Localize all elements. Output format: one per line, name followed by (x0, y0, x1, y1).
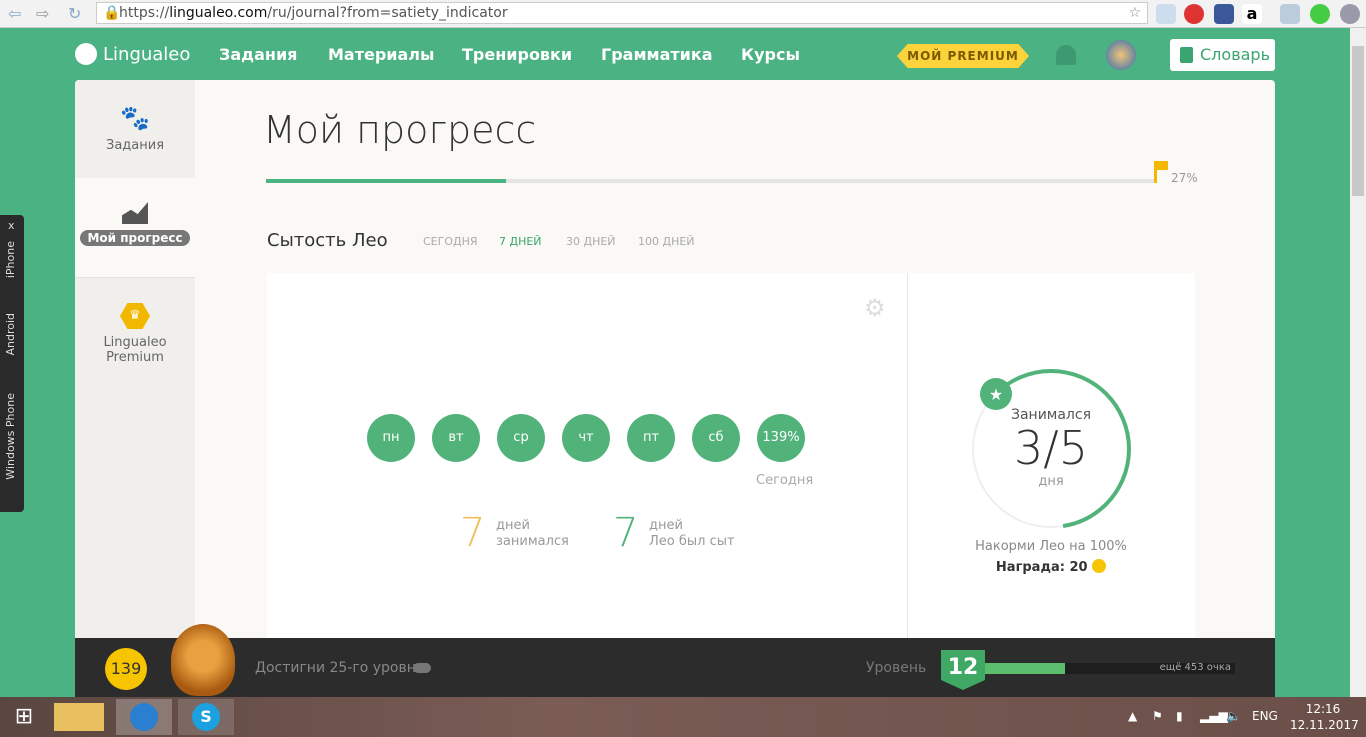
flag-tray-icon[interactable]: ⚑ (1152, 709, 1163, 723)
lock-icon: 🔒 (103, 5, 121, 21)
progress-percent: 27% (1171, 171, 1198, 185)
forward-icon[interactable]: ⇨ (36, 4, 49, 23)
day-circle: вт (432, 414, 480, 462)
day-circle: пн (367, 414, 415, 462)
iphone-link[interactable]: iPhone (4, 241, 17, 278)
sidebar-item-tasks[interactable]: 🐾 Задания (75, 80, 195, 178)
tray-arrow-icon[interactable]: ▲ (1128, 709, 1137, 723)
xp-fill (985, 663, 1065, 674)
bell-icon[interactable] (1056, 45, 1076, 65)
dictionary-button[interactable]: Словарь (1170, 39, 1275, 71)
crown-icon: ♛ (120, 303, 150, 329)
section-title: Сытость Лео (267, 230, 388, 251)
goal-value: 3/5 (1013, 421, 1089, 475)
volume-icon[interactable]: 🔈 (1226, 709, 1241, 723)
day-circle: 139% (757, 414, 805, 462)
skype-taskbar-icon[interactable]: S (178, 699, 234, 735)
menu-grammar[interactable]: Грамматика (601, 45, 713, 64)
goal-hint: Накорми Лео на 100% (975, 539, 1127, 554)
main-card: 🐾 Задания Мой прогресс ♛ Lingualeo Premi… (75, 80, 1275, 638)
mobile-apps-bar: x iPhone Android Windows Phone (0, 215, 24, 512)
sidebar-item-premium[interactable]: ♛ Lingualeo Premium (75, 279, 195, 387)
overall-progress-bar (266, 179, 1156, 183)
facebook-icon[interactable] (1214, 4, 1234, 24)
adblock-icon[interactable] (1184, 4, 1204, 24)
explorer-icon[interactable] (54, 703, 104, 731)
start-button[interactable]: ⊞ (0, 699, 48, 735)
star-glyph: ★ (989, 385, 1003, 404)
reward: Награда: 20 (931, 559, 1171, 575)
today-label: Сегодня (756, 473, 814, 488)
scrollbar[interactable] (1350, 28, 1366, 697)
sidebar-item-progress[interactable]: Мой прогресс (75, 178, 195, 278)
extension-icon[interactable] (1280, 4, 1300, 24)
logo[interactable]: Lingualeo (75, 43, 190, 65)
xp-left: ещё 453 очка (1159, 662, 1231, 673)
signal-icon[interactable]: ▂▄▆ (1200, 709, 1228, 723)
menu-materials[interactable]: Материалы (328, 45, 435, 64)
reload-icon[interactable]: ↻ (68, 4, 81, 23)
xp-bar: ещё 453 очка (985, 662, 1235, 674)
day-circle: пт (627, 414, 675, 462)
site-header: Lingualeo Задания Материалы Тренировки Г… (0, 28, 1350, 80)
close-button[interactable]: x (8, 219, 15, 232)
coin-icon (1092, 559, 1107, 573)
globe-icon (130, 703, 158, 731)
level-badge: 12 (941, 650, 985, 690)
tab-30-days[interactable]: 30 ДНЕЙ (566, 235, 616, 248)
back-icon[interactable]: ⇦ (8, 4, 21, 23)
tab-100-days[interactable]: 100 ДНЕЙ (638, 235, 695, 248)
gear-icon[interactable]: ⚙ (864, 294, 886, 322)
page-title: Мой прогресс (263, 108, 537, 152)
browser-taskbar-icon[interactable] (116, 699, 172, 735)
tab-today[interactable]: СЕГОДНЯ (423, 235, 478, 248)
level-label: Уровень (866, 660, 927, 676)
chart-icon (122, 202, 148, 224)
premium-button[interactable]: МОЙ PREMIUM (897, 44, 1029, 68)
star-icon[interactable]: ☆ (1128, 3, 1141, 23)
settings-icon[interactable] (1340, 4, 1360, 24)
book-icon (1180, 47, 1193, 63)
language-indicator[interactable]: ENG (1252, 709, 1278, 723)
satiety-panel: ⚙ пн вт ср чт пт сб 139% Сегодня 7 дней занимал… (267, 273, 1195, 638)
next-goal: Достигни 25-го уровня (255, 660, 425, 676)
progress-fill (266, 179, 507, 183)
avatar[interactable] (1106, 40, 1136, 70)
home-icon[interactable] (1156, 4, 1176, 24)
stat-days-studied-label: дней занимался (496, 518, 569, 549)
skype-icon: S (192, 703, 220, 731)
android-link[interactable]: Android (4, 313, 17, 356)
day-circle: сб (692, 414, 740, 462)
clock[interactable]: 12:16 12.11.2017 (1290, 701, 1359, 733)
windows-phone-link[interactable]: Windows Phone (4, 393, 17, 480)
scrollbar-thumb[interactable] (1352, 46, 1364, 196)
menu-courses[interactable]: Курсы (741, 45, 800, 64)
menu-tasks[interactable]: Задания (219, 45, 297, 64)
paw-icon: 🐾 (120, 104, 150, 132)
day-circle: чт (562, 414, 610, 462)
taskbar: ⊞ S ▲ ⚑ ▮ ▂▄▆ 🔈 ENG 12:16 12.11.2017 (0, 697, 1366, 737)
coin-count[interactable]: 139 (105, 648, 147, 690)
browser-toolbar: ⇦ ⇨ ↻ 🔒 https://lingualeo.com/ru/journal?… (0, 0, 1366, 28)
tab-7-days[interactable]: 7 ДНЕЙ (499, 235, 542, 248)
stat-days-fed-value: 7 (613, 510, 639, 556)
sidebar: 🐾 Задания Мой прогресс ♛ Lingualeo Premi… (75, 80, 195, 638)
stat-days-studied-value: 7 (460, 510, 486, 556)
leo-mascot[interactable] (171, 624, 235, 696)
battery-icon[interactable]: ▮ (1176, 709, 1183, 723)
footer-bar: 139 Достигни 25-го уровня Уровень ещё 45… (75, 624, 1275, 697)
address-bar[interactable]: 🔒 https://lingualeo.com/ru/journal?from=s… (96, 2, 1148, 24)
flag-icon (1154, 161, 1168, 183)
goal-unit: дня (1038, 474, 1064, 489)
menu-trainings[interactable]: Тренировки (462, 45, 572, 64)
divider (907, 273, 908, 638)
day-circle: ср (497, 414, 545, 462)
amazon-icon[interactable]: a (1242, 4, 1262, 24)
more-icon[interactable] (413, 663, 431, 673)
paw-logo-icon (75, 43, 97, 65)
stat-days-fed-label: дней Лео был сыт (649, 518, 735, 549)
download-icon[interactable] (1310, 4, 1330, 24)
